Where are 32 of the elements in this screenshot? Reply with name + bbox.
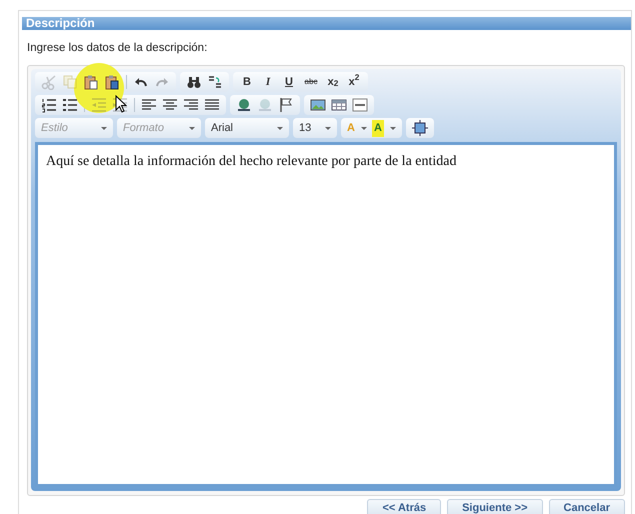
dropdown[interactable]: 13 [297,119,333,138]
format-button[interactable]: B [237,73,257,92]
nav-button[interactable]: << Atrás [367,499,442,514]
paste-document-icon [104,74,120,90]
maximize-button[interactable] [410,119,430,138]
globe-unlink-icon [257,97,273,114]
numbered-list-icon [41,97,57,114]
instructions-text: Ingrese los datos de la descripción: [27,41,208,56]
table-icon [331,97,347,114]
outdent-icon [91,97,107,114]
dropdown[interactable]: Arial [209,119,285,138]
format-button[interactable]: I [258,73,278,92]
cursor-icon [115,94,127,113]
format-button[interactable]: U [279,73,299,92]
binoculars-icon [186,74,202,90]
format-button[interactable]: abc [300,73,322,92]
section-header: Descripción [22,17,631,30]
flag-icon [278,97,294,114]
globe-link-icon [236,97,252,114]
scissors-icon [41,74,57,90]
nav-button[interactable]: Cancelar [548,499,625,514]
nav-button[interactable]: Siguiente >> [447,499,543,514]
format-button[interactable]: x$_{2}$ [323,73,343,92]
format-button[interactable]: x$^{2}$ [344,73,364,92]
paste-icon [83,74,99,90]
horizontal-rule-button[interactable] [350,96,370,114]
replace-icon [207,74,223,90]
maximize-icon [412,120,428,136]
bullet-list-icon [62,97,78,114]
image-icon [310,97,326,114]
numbered-list-button[interactable] [39,96,59,114]
background-color-button[interactable]: A [370,119,398,138]
